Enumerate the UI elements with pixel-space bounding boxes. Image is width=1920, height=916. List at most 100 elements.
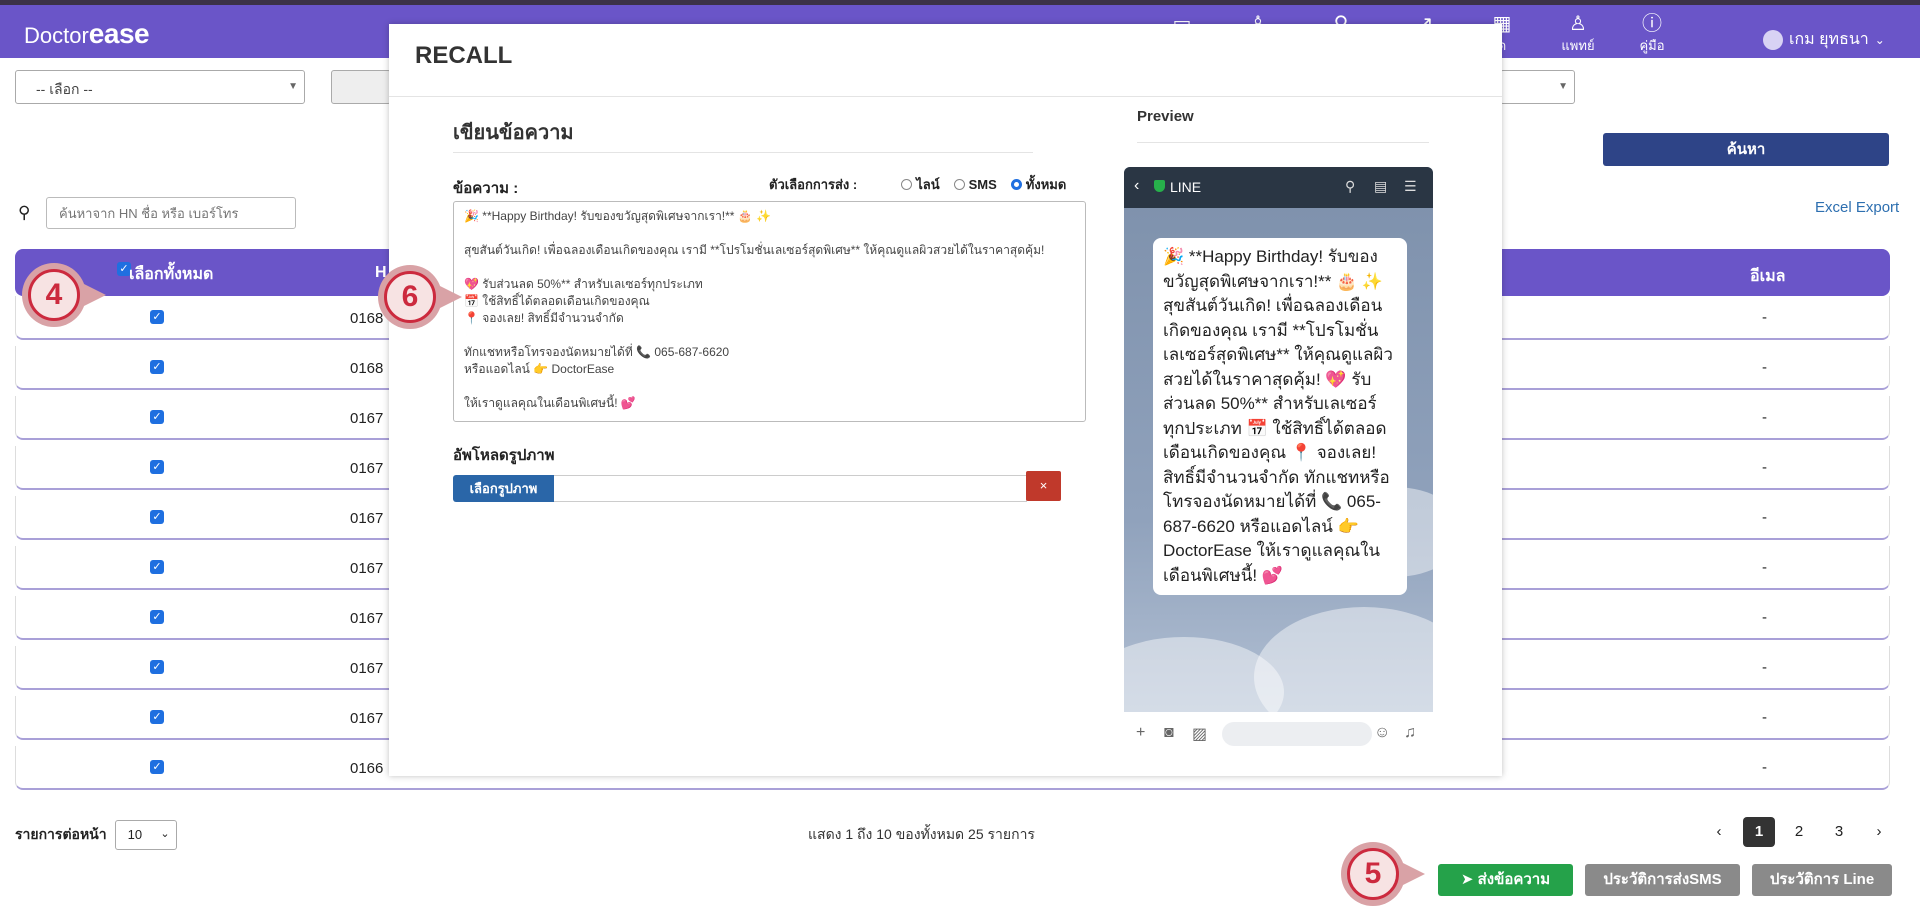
row-hn: 0167 <box>350 610 384 627</box>
next-page-icon[interactable]: › <box>1863 817 1895 847</box>
row-checkbox[interactable]: ✓ <box>150 410 164 424</box>
prev-page-icon[interactable]: ‹ <box>1703 817 1735 847</box>
row-email: - <box>1762 659 1767 676</box>
send-message-button[interactable]: ➤ ส่งข้อความ <box>1438 864 1573 896</box>
row-email: - <box>1762 559 1767 576</box>
row-hn: 0167 <box>350 410 384 427</box>
row-hn: 0167 <box>350 560 384 577</box>
option-line[interactable]: ไลน์ <box>901 174 940 195</box>
plus-icon: + <box>1136 724 1146 741</box>
row-email: - <box>1762 709 1767 726</box>
shield-icon <box>1154 180 1165 192</box>
menu-icon: ☰ <box>1404 178 1417 194</box>
page-1[interactable]: 1 <box>1743 817 1775 847</box>
row-hn: 0168 <box>350 310 384 327</box>
row-email: - <box>1762 509 1767 526</box>
caret-down-icon: ▼ <box>1558 81 1568 92</box>
search-input[interactable] <box>46 197 296 229</box>
image-icon: ▨ <box>1192 726 1208 743</box>
chevron-down-icon: ⌄ <box>1874 32 1885 47</box>
send-options: ตัวเลือกการส่ง : ไลน์ SMS ทั้งหมด <box>769 174 1066 195</box>
row-checkbox[interactable]: ✓ <box>150 760 164 774</box>
line-history-button[interactable]: ประวัติการ Line <box>1752 864 1892 896</box>
filter-select-1[interactable]: -- เลือก -- ▼ <box>15 70 305 104</box>
row-checkbox[interactable]: ✓ <box>150 660 164 674</box>
info-icon: ⓘ <box>1642 13 1662 35</box>
emoji-icon: ☺ <box>1374 724 1391 741</box>
user-name: เกม ยุทธนา <box>1789 31 1869 48</box>
row-hn: 0168 <box>350 360 384 377</box>
doctorease-logo[interactable]: Doctorease <box>24 18 150 50</box>
line-input-bar: + ◙ ▨ ☺ ♫ <box>1124 712 1433 755</box>
row-email: - <box>1762 609 1767 626</box>
upload-label: อัพโหลดรูปภาพ <box>453 447 555 464</box>
remove-image-button[interactable]: × <box>1026 471 1061 501</box>
upload-file-field[interactable] <box>554 475 1027 502</box>
chat-input <box>1222 722 1372 746</box>
row-hn: 0167 <box>350 660 384 677</box>
annotation-callout-5: 5 <box>1341 842 1425 906</box>
line-preview-phone: ‹ LINE ⚲ ▤ ☰ 🎉 **Happy Birthday! รับของข… <box>1124 167 1433 755</box>
caret-down-icon: ▼ <box>288 81 298 92</box>
option-all[interactable]: ทั้งหมด <box>1010 174 1066 195</box>
row-checkbox[interactable]: ✓ <box>150 460 164 474</box>
row-checkbox[interactable]: ✓ <box>150 310 164 324</box>
search-icon: ⚲ <box>18 203 31 222</box>
mic-icon: ♫ <box>1404 724 1416 741</box>
doctor-icon: ♙ <box>1569 13 1587 35</box>
row-checkbox[interactable]: ✓ <box>150 360 164 374</box>
send-icon: ➤ <box>1460 871 1478 888</box>
row-email: - <box>1762 309 1767 326</box>
row-email: - <box>1762 759 1767 776</box>
callout-pointer <box>440 286 462 308</box>
row-hn: 0167 <box>350 510 384 527</box>
divider <box>389 96 1502 97</box>
select-all-label: เลือกทั้งหมด <box>129 266 214 283</box>
message-bubble: 🎉 **Happy Birthday! รับของขวัญสุดพิเศษจา… <box>1153 238 1407 595</box>
recall-modal: RECALL เขียนข้อความ ข้อความ : ตัวเลือกกา… <box>389 24 1502 776</box>
line-title: LINE <box>1170 179 1202 195</box>
page-3[interactable]: 3 <box>1823 817 1855 847</box>
option-sms[interactable]: SMS <box>953 177 997 192</box>
excel-export-link[interactable]: Excel Export <box>1815 199 1899 216</box>
message-label: ข้อความ : <box>453 180 519 197</box>
radio-selected-icon <box>1010 179 1022 190</box>
pagination: ‹ 1 2 3 › <box>1703 817 1895 847</box>
annotation-callout-6: 6 <box>378 265 462 329</box>
divider <box>453 152 1033 153</box>
message-textarea[interactable]: 🎉 **Happy Birthday! รับของขวัญสุดพิเศษจา… <box>453 201 1086 422</box>
row-checkbox[interactable]: ✓ <box>150 610 164 624</box>
sms-history-button[interactable]: ประวัติการส่งSMS <box>1585 864 1740 896</box>
search-button[interactable]: ค้นหา <box>1603 133 1889 166</box>
filter-select-3[interactable]: ▼ <box>1500 70 1575 104</box>
callout-pointer <box>84 284 106 306</box>
line-header: ‹ LINE ⚲ ▤ ☰ <box>1124 167 1433 208</box>
choose-image-button[interactable]: เลือกรูปภาพ <box>453 475 554 502</box>
row-hn: 0167 <box>350 460 384 477</box>
pagination-info: แสดง 1 ถึง 10 ของทั้งหมด 25 รายการ <box>808 826 1035 842</box>
row-email: - <box>1762 359 1767 376</box>
row-checkbox[interactable]: ✓ <box>150 560 164 574</box>
column-email: อีเมล <box>1750 268 1786 285</box>
row-checkbox[interactable]: ✓ <box>150 510 164 524</box>
back-arrow-icon: ‹ <box>1134 177 1140 194</box>
nav-doctor[interactable]: ♙ แพทย์ <box>1548 13 1608 56</box>
per-page-select[interactable]: 10 ⌄ <box>114 820 177 850</box>
per-page: รายการต่อหน้า 10 ⌄ <box>15 820 177 850</box>
page-2[interactable]: 2 <box>1783 817 1815 847</box>
modal-title: RECALL <box>415 42 513 69</box>
preview-label: Preview <box>1137 108 1194 125</box>
radio-icon <box>953 179 965 190</box>
nav-manual[interactable]: ⓘ คู่มือ <box>1622 13 1682 56</box>
row-email: - <box>1762 459 1767 476</box>
search-icon: ⚲ <box>1345 178 1356 194</box>
per-page-label: รายการต่อหน้า <box>15 826 107 842</box>
filter-select-2[interactable] <box>331 70 391 104</box>
row-checkbox[interactable]: ✓ <box>150 710 164 724</box>
callout-pointer <box>1403 863 1425 885</box>
avatar <box>1763 29 1783 50</box>
divider <box>1137 142 1429 143</box>
note-icon: ▤ <box>1374 178 1388 194</box>
annotation-callout-4: 4 <box>22 263 106 327</box>
user-menu[interactable]: เกม ยุทธนา ⌄ <box>1763 27 1885 52</box>
